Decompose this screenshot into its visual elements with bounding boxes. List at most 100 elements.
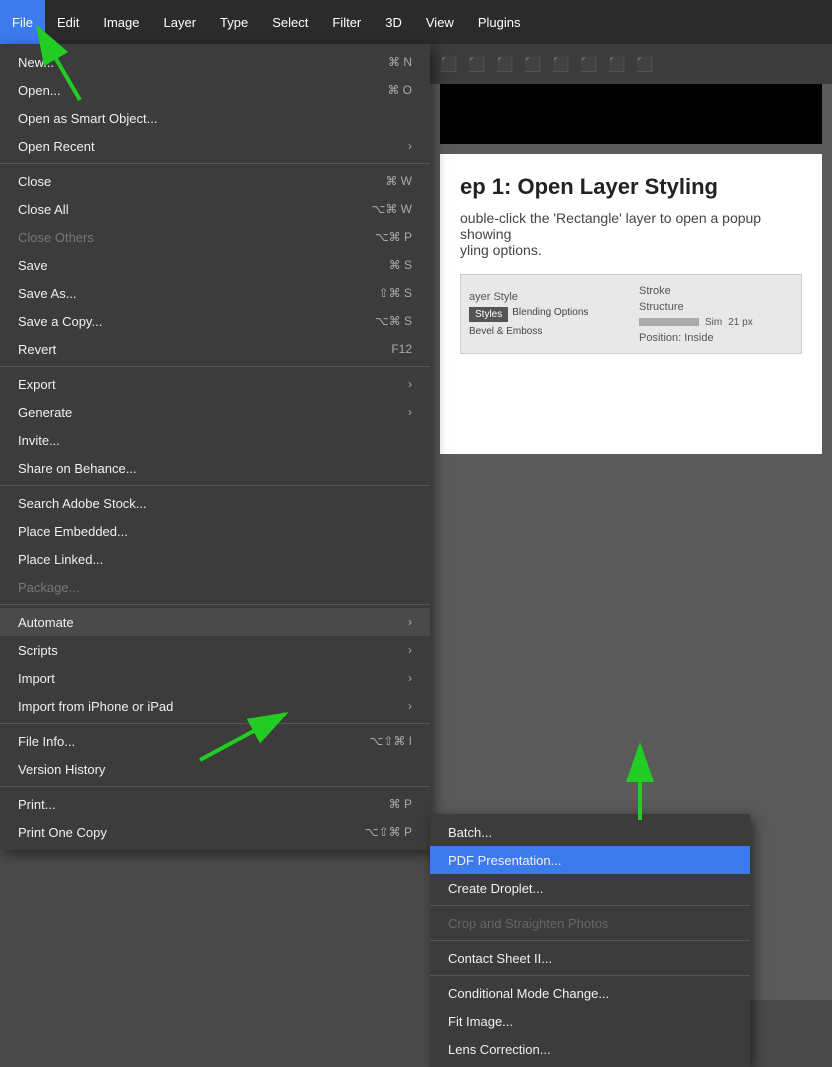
menu-item-shortcut: ⌥⌘ W xyxy=(372,202,413,216)
step-title: ep 1: Open Layer Styling xyxy=(460,174,802,200)
file-menu-item-print---[interactable]: Print... ⌘ P xyxy=(0,790,430,818)
menu-item-label: Automate xyxy=(18,615,74,630)
file-menu-item-save[interactable]: Save⌘ S xyxy=(0,251,430,279)
align-left-icon: ⬛ xyxy=(438,53,460,75)
automate-separator-3 xyxy=(430,905,750,906)
filter-label: Filter xyxy=(332,15,361,30)
menu-item-shortcut: ⌘ P xyxy=(389,797,412,811)
menubar-plugins[interactable]: Plugins xyxy=(466,0,533,44)
submenu-arrow-icon: › xyxy=(408,643,412,657)
automate-item-label: Contact Sheet II... xyxy=(448,951,552,966)
submenu-arrow-icon: › xyxy=(408,615,412,629)
type-label: Type xyxy=(220,15,248,30)
file-menu-item-save-as---[interactable]: Save As...⇧⌘ S xyxy=(0,279,430,307)
styles-panel: Styles xyxy=(469,307,508,322)
menubar-view[interactable]: View xyxy=(414,0,466,44)
file-menu-item-generate[interactable]: Generate› xyxy=(0,398,430,426)
file-menu-item-place-embedded---[interactable]: Place Embedded... xyxy=(0,517,430,545)
menu-item-label: Print... xyxy=(18,797,56,812)
submenu-arrow-icon: › xyxy=(408,405,412,419)
distribute-icon: ⬛ xyxy=(522,53,544,75)
stroke-label: Stroke xyxy=(639,285,793,297)
menu-item-label: Package... xyxy=(18,580,79,595)
file-menu-item-export[interactable]: Export › xyxy=(0,370,430,398)
menubar-edit[interactable]: Edit xyxy=(45,0,91,44)
file-menu-item-save-a-copy---[interactable]: Save a Copy...⌥⌘ S xyxy=(0,307,430,335)
image-label: Image xyxy=(103,15,139,30)
menubar-3d[interactable]: 3D xyxy=(373,0,414,44)
blending-options: Blending Options xyxy=(512,307,588,322)
file-menu-item-version-history[interactable]: Version History xyxy=(0,755,430,783)
menubar-type[interactable]: Type xyxy=(208,0,260,44)
more-icon: ⬛ xyxy=(634,53,656,75)
file-menu-item-automate[interactable]: Automate › xyxy=(0,608,430,636)
menu-item-label: Place Embedded... xyxy=(18,524,128,539)
file-menu: New...⌘ NOpen...⌘ OOpen as Smart Object.… xyxy=(0,44,430,850)
menubar-select[interactable]: Select xyxy=(260,0,320,44)
menubar-image[interactable]: Image xyxy=(91,0,151,44)
menu-item-shortcut: ⌥⌘ S xyxy=(375,314,412,328)
menu-item-label: Print One Copy xyxy=(18,825,107,840)
plugins-label: Plugins xyxy=(478,15,521,30)
file-menu-item-close[interactable]: Close⌘ W xyxy=(0,167,430,195)
menu-item-label: Revert xyxy=(18,342,56,357)
menubar-file[interactable]: File xyxy=(0,0,45,44)
file-menu-item-open-as-smart-object---[interactable]: Open as Smart Object... xyxy=(0,104,430,132)
menu-item-shortcut: ⌥⌘ P xyxy=(375,230,412,244)
automate-item-batch---[interactable]: Batch... xyxy=(430,818,750,846)
file-menu-item-file-info---[interactable]: File Info...⌥⇧⌘ I xyxy=(0,727,430,755)
file-menu-item-scripts[interactable]: Scripts › xyxy=(0,636,430,664)
file-menu-item-import-from-iphone-or-ipad[interactable]: Import from iPhone or iPad› xyxy=(0,692,430,720)
bevel-emboss: Bevel & Emboss xyxy=(469,326,629,337)
automate-item-label: Fit Image... xyxy=(448,1014,513,1029)
automate-item-create-droplet---[interactable]: Create Droplet... xyxy=(430,874,750,902)
menu-item-label: File Info... xyxy=(18,734,75,749)
menu-item-label: Scripts xyxy=(18,643,58,658)
submenu-arrow-icon: › xyxy=(408,377,412,391)
menu-item-label: New... xyxy=(18,55,54,70)
menubar-layer[interactable]: Layer xyxy=(152,0,209,44)
align-bottom-icon: ⬛ xyxy=(578,53,600,75)
file-menu-item-revert[interactable]: RevertF12 xyxy=(0,335,430,363)
file-menu-item-print-one-copy[interactable]: Print One Copy⌥⇧⌘ P xyxy=(0,818,430,846)
black-bar xyxy=(440,84,822,144)
automate-item-pdf-presentation---[interactable]: PDF Presentation... xyxy=(430,846,750,874)
menu-item-label: Save xyxy=(18,258,48,273)
file-menu-item-close-others: Close Others⌥⌘ P xyxy=(0,223,430,251)
file-menu-item-open-recent[interactable]: Open Recent› xyxy=(0,132,430,160)
menu-item-label: Version History xyxy=(18,762,105,777)
menu-separator-22 xyxy=(0,604,430,605)
file-menu-item-open---[interactable]: Open...⌘ O xyxy=(0,76,430,104)
automate-item-label: Batch... xyxy=(448,825,492,840)
file-menu-item-place-linked---[interactable]: Place Linked... xyxy=(0,545,430,573)
automate-item-label: Conditional Mode Change... xyxy=(448,986,609,1001)
automate-item-label: Lens Correction... xyxy=(448,1042,551,1057)
menu-item-label: Close xyxy=(18,174,51,189)
menu-item-label: Export xyxy=(18,377,56,392)
menu-separator-4 xyxy=(0,163,430,164)
menubar-filter[interactable]: Filter xyxy=(320,0,373,44)
automate-item-lens-correction---[interactable]: Lens Correction... xyxy=(430,1035,750,1063)
menu-item-label: Close All xyxy=(18,202,69,217)
tutorial-content: ep 1: Open Layer Styling ouble-click the… xyxy=(440,154,822,454)
step-text: ouble-click the 'Rectangle' layer to ope… xyxy=(460,210,802,242)
align-right-icon: ⬛ xyxy=(494,53,516,75)
automate-item-label: PDF Presentation... xyxy=(448,853,561,868)
file-menu-item-invite---[interactable]: Invite... xyxy=(0,426,430,454)
3d-label: 3D xyxy=(385,15,402,30)
toolbar-strip: ⬛ ⬛ ⬛ ⬛ ⬛ ⬛ ⬛ ⬛ xyxy=(430,44,832,84)
automate-item-conditional-mode-change---[interactable]: Conditional Mode Change... xyxy=(430,979,750,1007)
file-label: File xyxy=(12,15,33,30)
automate-item-label: Create Droplet... xyxy=(448,881,543,896)
automate-item-contact-sheet-ii---[interactable]: Contact Sheet II... xyxy=(430,944,750,972)
file-menu-item-import[interactable]: Import› xyxy=(0,664,430,692)
menu-separator-17 xyxy=(0,485,430,486)
automate-item-fit-image---[interactable]: Fit Image... xyxy=(430,1007,750,1035)
file-menu-item-share-on-behance---[interactable]: Share on Behance... xyxy=(0,454,430,482)
file-menu-item-new---[interactable]: New...⌘ N xyxy=(0,48,430,76)
file-menu-item-close-all[interactable]: Close All ⌥⌘ W xyxy=(0,195,430,223)
submenu-arrow-icon: › xyxy=(408,699,412,713)
menu-item-label: Share on Behance... xyxy=(18,461,137,476)
file-menu-item-search-adobe-stock---[interactable]: Search Adobe Stock... xyxy=(0,489,430,517)
menu-separator-12 xyxy=(0,366,430,367)
